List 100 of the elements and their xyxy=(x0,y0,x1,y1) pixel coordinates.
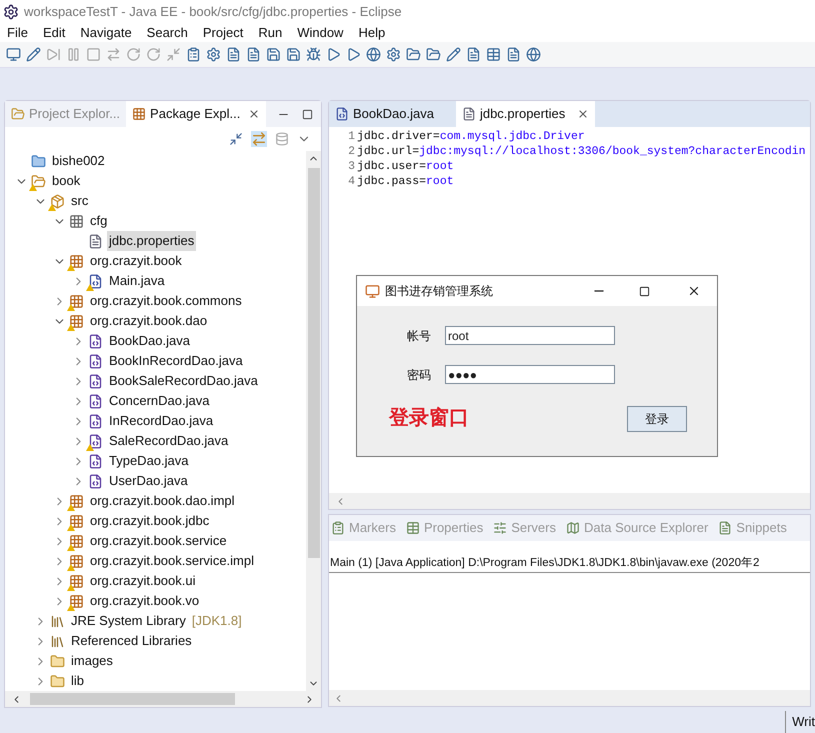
new-file-icon[interactable] xyxy=(226,47,241,62)
tree-item[interactable]: org.crazyit.book.dao.impl xyxy=(88,491,237,511)
tree-item[interactable]: lib xyxy=(69,671,86,691)
menu-item[interactable]: File xyxy=(7,23,28,43)
tree-item[interactable]: TypeDao.java xyxy=(107,451,190,471)
tree-item[interactable]: org.crazyit.book.ui xyxy=(88,571,198,591)
property-key: jdbc.driver= xyxy=(357,128,440,146)
menu-item[interactable]: Edit xyxy=(42,23,66,43)
view-tab[interactable]: Package Expl... xyxy=(126,101,266,127)
package-icon xyxy=(69,214,84,228)
save-all-icon[interactable] xyxy=(286,47,301,62)
project-folder-icon xyxy=(31,154,46,168)
tree-item[interactable]: org.crazyit.book.jdbc xyxy=(88,511,212,531)
menu-item[interactable]: Project xyxy=(202,23,244,43)
interface-file-icon xyxy=(88,454,103,468)
tree-item[interactable]: images xyxy=(69,651,115,671)
tree-item[interactable]: org.crazyit.book xyxy=(88,251,184,271)
package-icon xyxy=(69,254,84,268)
library-version-label: [JDK1.8] xyxy=(192,612,242,630)
tree-item[interactable]: jdbc.properties xyxy=(107,231,196,251)
tree-item[interactable]: BookSaleRecordDao.java xyxy=(107,371,260,391)
library-icon xyxy=(50,614,65,628)
tree-item[interactable]: book xyxy=(50,171,82,191)
file-icon xyxy=(88,234,103,248)
globe-icon[interactable] xyxy=(526,47,541,62)
gear-icon[interactable] xyxy=(206,47,221,62)
document-icon[interactable] xyxy=(466,47,481,62)
run-icon[interactable] xyxy=(346,47,361,62)
library-icon xyxy=(50,634,65,648)
close-icon[interactable] xyxy=(577,108,590,120)
horizontal-scrollbar[interactable] xyxy=(329,690,810,706)
text-field[interactable]: ●●●● xyxy=(445,365,615,384)
globe-icon[interactable] xyxy=(366,47,381,62)
save-icon[interactable] xyxy=(266,47,281,62)
app-icon xyxy=(3,4,19,20)
java-file-icon xyxy=(335,107,349,121)
tree-item[interactable]: BookInRecordDao.java xyxy=(107,351,245,371)
list-icon[interactable] xyxy=(186,47,201,62)
menu-item[interactable]: Window xyxy=(297,23,344,43)
text-field[interactable]: root xyxy=(445,326,615,345)
close-icon[interactable] xyxy=(687,284,701,298)
tree-item[interactable]: bishe002 xyxy=(50,151,107,171)
folder-icon xyxy=(50,654,65,668)
tree-item[interactable]: org.crazyit.book.service.impl xyxy=(88,551,256,571)
warning-icon xyxy=(48,204,56,210)
warning-icon xyxy=(67,544,75,550)
line-number: 1 xyxy=(347,128,356,145)
login-button[interactable]: 登录 xyxy=(627,406,687,432)
monitor-icon[interactable] xyxy=(6,47,21,62)
maximize-icon[interactable] xyxy=(302,108,313,120)
table-icon[interactable] xyxy=(486,47,501,62)
field-label: 帐号 xyxy=(407,328,431,344)
tree-item[interactable]: Referenced Libraries xyxy=(69,631,194,651)
tree-item[interactable]: cfg xyxy=(88,211,110,231)
package-icon xyxy=(69,314,84,328)
tree-item[interactable]: SaleRecordDao.java xyxy=(107,431,230,451)
menu-item[interactable]: Search xyxy=(146,23,188,43)
tree-item[interactable]: org.crazyit.book.commons xyxy=(88,291,244,311)
tree-item[interactable]: src xyxy=(69,191,90,211)
field-label: 密码 xyxy=(407,366,431,384)
close-icon[interactable] xyxy=(248,108,260,120)
tree-item[interactable]: InRecordDao.java xyxy=(107,411,216,431)
tree-item[interactable]: org.crazyit.book.dao xyxy=(88,311,210,331)
menu-item[interactable]: Navigate xyxy=(80,23,132,43)
tree-item[interactable]: BookDao.java xyxy=(107,331,192,351)
horizontal-scrollbar[interactable] xyxy=(329,493,810,509)
tree-item[interactable]: ConcernDao.java xyxy=(107,391,212,411)
warning-icon xyxy=(67,604,75,610)
tree-item[interactable]: UserDao.java xyxy=(107,471,190,491)
new-file-icon[interactable] xyxy=(246,47,261,62)
bug-icon[interactable] xyxy=(306,47,321,62)
console-title: Main (1) [Java Application] D:\Program Files\JDK1.8\JDK1.8\bin\javaw.exe (2020年2 xyxy=(329,555,810,574)
gear-icon[interactable] xyxy=(386,47,401,62)
tree-item[interactable]: JRE System Library xyxy=(69,611,188,631)
tree-item[interactable]: org.crazyit.book.vo xyxy=(88,591,202,611)
package-icon xyxy=(69,514,84,528)
collapse-all-icon[interactable] xyxy=(229,132,243,146)
editor-tab[interactable]: jdbc.properties xyxy=(456,101,596,127)
property-key: jdbc.user= xyxy=(357,158,426,176)
menu-item[interactable]: Run xyxy=(258,23,282,43)
interface-file-icon xyxy=(88,414,103,428)
package-icon xyxy=(69,594,84,608)
warning-icon xyxy=(86,444,94,450)
package-icon xyxy=(69,494,84,508)
warning-icon xyxy=(67,264,75,270)
maximize-icon[interactable] xyxy=(639,286,650,296)
tree-item[interactable]: Main.java xyxy=(107,271,167,291)
folder-icon[interactable] xyxy=(406,47,421,62)
table-icon xyxy=(406,521,420,535)
pencil-icon[interactable] xyxy=(446,47,461,62)
package-folder-icon xyxy=(50,194,65,208)
java-file-icon xyxy=(88,274,103,288)
tree-item[interactable]: org.crazyit.book.service xyxy=(88,531,229,551)
pencil-icon[interactable] xyxy=(26,47,41,62)
interface-file-icon xyxy=(88,374,103,388)
run-icon[interactable] xyxy=(326,47,341,62)
folder-icon[interactable] xyxy=(426,47,441,62)
menu-item[interactable]: Help xyxy=(358,23,386,43)
document-icon[interactable] xyxy=(506,47,521,62)
horizontal-scrollbar[interactable] xyxy=(5,691,321,707)
